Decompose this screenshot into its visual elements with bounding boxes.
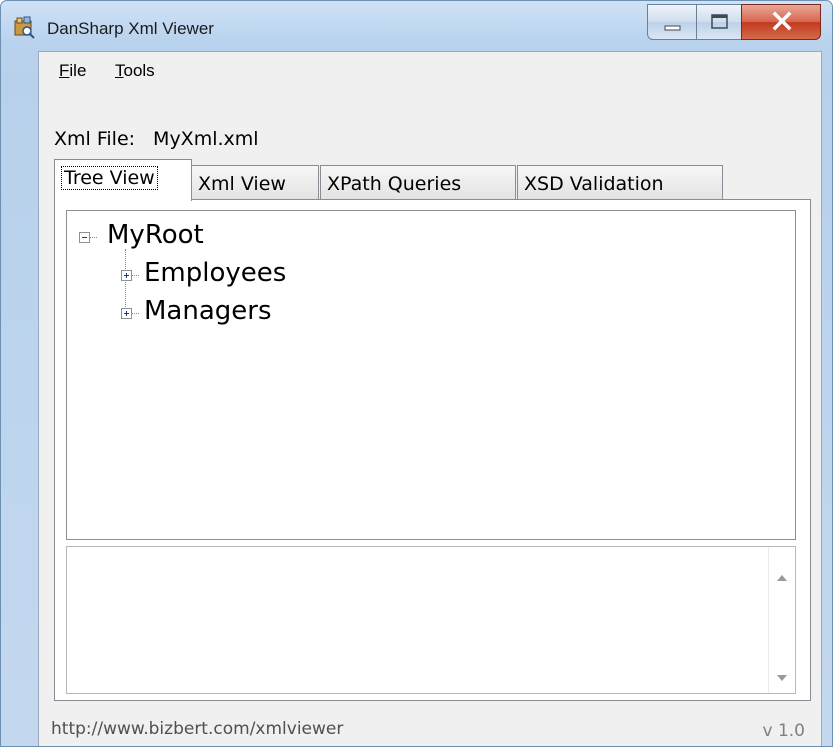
menu-tools-accelerator: T [115,61,124,80]
tree-connector [131,313,139,314]
menu-file-accelerator: F [59,61,70,80]
tab-xml-view-label: Xml View [198,173,286,195]
details-vertical-scrollbar[interactable] [768,547,795,693]
tab-tree-view-label: Tree View [61,166,158,190]
xml-file-row: Xml File: MyXml.xml [54,128,259,150]
expand-icon[interactable] [121,308,132,319]
scroll-up-arrow-icon[interactable] [777,575,787,581]
close-icon [772,11,792,31]
menu-bar: File Tools [39,52,821,90]
xml-file-name: MyXml.xml [153,128,259,150]
tab-xsd-validation-label: XSD Validation [524,173,664,195]
tree-connector [89,237,97,238]
tab-xml-view[interactable]: Xml View [191,165,319,199]
minimize-button[interactable] [647,4,697,40]
title-bar[interactable]: DanSharp Xml Viewer [1,1,832,51]
menu-file-label: ile [69,61,87,80]
status-url-link[interactable]: http://www.bizbert.com/xmlviewer [51,719,343,739]
tree-node-managers[interactable]: Managers [144,296,272,326]
window-title: DanSharp Xml Viewer [47,19,214,38]
app-window: DanSharp Xml Viewer File Tools Xml File:… [0,0,833,747]
tree-connector [131,275,139,276]
menu-tools-label: ools [123,61,155,80]
collapse-icon[interactable] [79,232,90,243]
tab-xsd-validation[interactable]: XSD Validation [517,165,723,199]
xml-file-label: Xml File: [54,128,136,150]
xml-tree[interactable]: MyRoot Employees Managers [66,210,796,540]
client-area: File Tools Xml File: MyXml.xml Tree View … [38,51,822,746]
minimize-icon [664,25,681,31]
tab-strip: Tree View Xml View XPath Queries XSD Val… [54,159,814,201]
expand-icon[interactable] [121,270,132,281]
close-button[interactable] [741,4,821,40]
status-version: v 1.0 [762,721,806,741]
menu-file[interactable]: File [55,61,90,81]
xml-viewer-app-icon[interactable] [12,15,36,39]
menu-tools[interactable]: Tools [111,61,159,81]
node-details-textbox[interactable] [66,546,796,694]
tab-xpath-queries[interactable]: XPath Queries [320,165,516,199]
tree-node-employees[interactable]: Employees [144,258,286,288]
maximize-button[interactable] [696,4,742,40]
status-bar: http://www.bizbert.com/xmlviewer v 1.0 [39,712,821,744]
tab-xpath-queries-label: XPath Queries [327,173,462,195]
scroll-down-arrow-icon[interactable] [777,675,787,681]
tree-view-page: MyRoot Employees Managers [54,199,811,701]
tree-node-root[interactable]: MyRoot [107,220,204,250]
tab-tree-view[interactable]: Tree View [54,159,192,201]
maximize-icon [711,14,728,29]
caption-buttons [647,4,821,40]
